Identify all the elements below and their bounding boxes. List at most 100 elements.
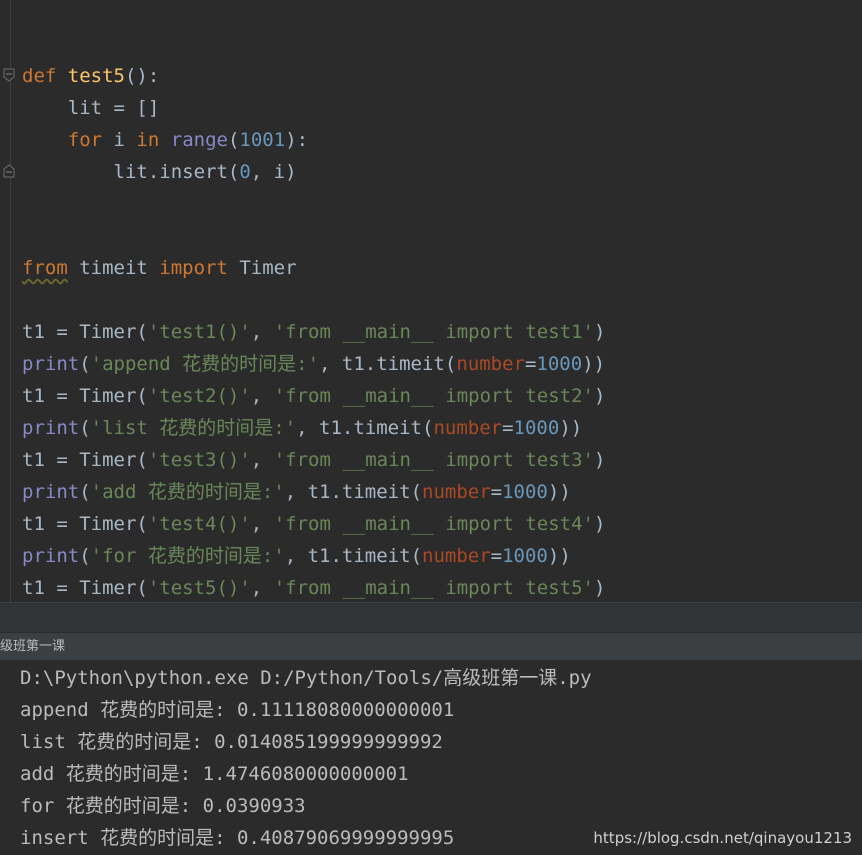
code-token: for [67, 129, 103, 151]
code-token: ) [593, 449, 606, 471]
code-token: ): [285, 129, 309, 151]
code-token: number [422, 481, 491, 503]
code-token: 'test5()' [147, 577, 251, 599]
fold-close-icon[interactable] [2, 164, 16, 178]
editor-bottom-strip [0, 602, 862, 633]
code-token: , t1.timeit( [284, 481, 423, 503]
code-token: 'from __main__ import test2' [273, 385, 594, 407]
code-token: , [250, 577, 274, 599]
code-token: number [422, 545, 491, 567]
code-line: t1 = Timer('test3()', 'from __main__ imp… [22, 444, 605, 476]
code-token: t1 = Timer( [22, 321, 148, 343]
code-token: ( [79, 545, 91, 567]
console-line: append 花费的时间是: 0.11118080000000001 [20, 699, 455, 721]
code-token: )) [547, 545, 571, 567]
code-token: ) [593, 513, 606, 535]
code-token: timeit [67, 257, 160, 279]
code-token: ( [79, 353, 91, 375]
code-token: )) [547, 481, 571, 503]
code-token: 'for 花费的时间是:' [90, 545, 285, 567]
watermark: https://blog.csdn.net/qinayou1213 [593, 829, 852, 847]
code-token: , [250, 321, 274, 343]
code-editor[interactable]: def test5(): lit = [] for i in range(100… [0, 0, 862, 602]
gutter-divider [10, 0, 11, 602]
code-line: t1 = Timer('test5()', 'from __main__ imp… [22, 572, 605, 602]
code-token: (): [124, 65, 160, 87]
code-line: def test5(): [22, 60, 159, 92]
code-token: print [22, 481, 80, 503]
code-token: 1000 [502, 481, 548, 503]
code-token: t1 = Timer( [22, 385, 148, 407]
code-token: in [136, 129, 160, 151]
console-line: add 花费的时间是: 1.4746080000000001 [20, 763, 409, 785]
code-token: 'test3()' [147, 449, 251, 471]
code-line: print('add 花费的时间是:', t1.timeit(number=10… [22, 476, 571, 508]
code-token: def [22, 65, 57, 87]
code-token: 'from __main__ import test5' [273, 577, 594, 599]
code-token: 'from __main__ import test4' [273, 513, 594, 535]
code-token: = [502, 417, 514, 439]
code-token: t1 = Timer( [22, 577, 148, 599]
code-token: 'test2()' [147, 385, 251, 407]
code-token: 'append 花费的时间是:' [90, 353, 320, 375]
code-token: ) [593, 321, 606, 343]
code-line: from timeit import Timer [22, 252, 297, 284]
code-token: lit = [] [22, 97, 160, 119]
run-tab-title[interactable]: 级班第一课 [0, 633, 65, 661]
code-line: print('list 花费的时间是:', t1.timeit(number=1… [22, 412, 582, 444]
run-console-output[interactable]: D:\Python\python.exe D:/Python/Tools/高级班… [0, 660, 862, 855]
code-token: import [159, 257, 228, 279]
code-token: Timer [227, 257, 297, 279]
code-token: 1000 [536, 353, 583, 375]
code-line: t1 = Timer('test1()', 'from __main__ imp… [22, 316, 605, 348]
console-line: insert 花费的时间是: 0.40879069999999995 [20, 827, 455, 849]
code-token: test5 [67, 65, 125, 87]
code-token: t1 = Timer( [22, 449, 148, 471]
code-line: t1 = Timer('test2()', 'from __main__ imp… [22, 380, 605, 412]
code-token: 'add 花费的时间是:' [90, 481, 285, 503]
code-token: print [22, 353, 80, 375]
code-token: lit.insert( [22, 161, 240, 183]
code-token: ) [593, 385, 606, 407]
code-token: range [170, 129, 228, 151]
code-line: lit.insert(0, i) [22, 156, 297, 188]
code-token: )) [559, 417, 583, 439]
code-token: number [433, 417, 503, 439]
code-token: , i) [250, 161, 297, 183]
run-panel-header: 级班第一课 [0, 632, 862, 661]
code-token: )) [582, 353, 606, 375]
code-token: , t1.timeit( [284, 545, 423, 567]
code-token: print [22, 417, 80, 439]
code-line: print('for 花费的时间是:', t1.timeit(number=10… [22, 540, 571, 572]
code-token: print [22, 545, 80, 567]
code-token: from [22, 257, 68, 279]
code-token: 'from __main__ import test1' [273, 321, 594, 343]
code-token: , [250, 449, 274, 471]
code-token: , [250, 513, 274, 535]
code-token: number [456, 353, 525, 375]
code-token: 'from __main__ import test3' [273, 449, 594, 471]
code-token: 1000 [502, 545, 548, 567]
console-line: for 花费的时间是: 0.0390933 [20, 795, 306, 817]
code-token: 'test1()' [147, 321, 251, 343]
code-token: ( [79, 481, 91, 503]
code-token: 'test4()' [147, 513, 251, 535]
code-token: 0 [239, 161, 251, 183]
code-line: print('append 花费的时间是:', t1.timeit(number… [22, 348, 605, 380]
code-token: ) [593, 577, 606, 599]
code-line: for i in range(1001): [22, 124, 308, 156]
code-token: ( [227, 129, 240, 151]
code-token: , t1.timeit( [319, 353, 457, 375]
code-token: i [102, 129, 137, 151]
fold-open-icon[interactable] [2, 68, 16, 82]
console-line: D:\Python\python.exe D:/Python/Tools/高级班… [20, 667, 592, 689]
code-token: = [490, 545, 503, 567]
code-token: , t1.timeit( [296, 417, 434, 439]
code-token: t1 = Timer( [22, 513, 148, 535]
code-token: = [524, 353, 537, 375]
code-token: ( [79, 417, 91, 439]
code-token: 'list 花费的时间是:' [90, 417, 297, 439]
